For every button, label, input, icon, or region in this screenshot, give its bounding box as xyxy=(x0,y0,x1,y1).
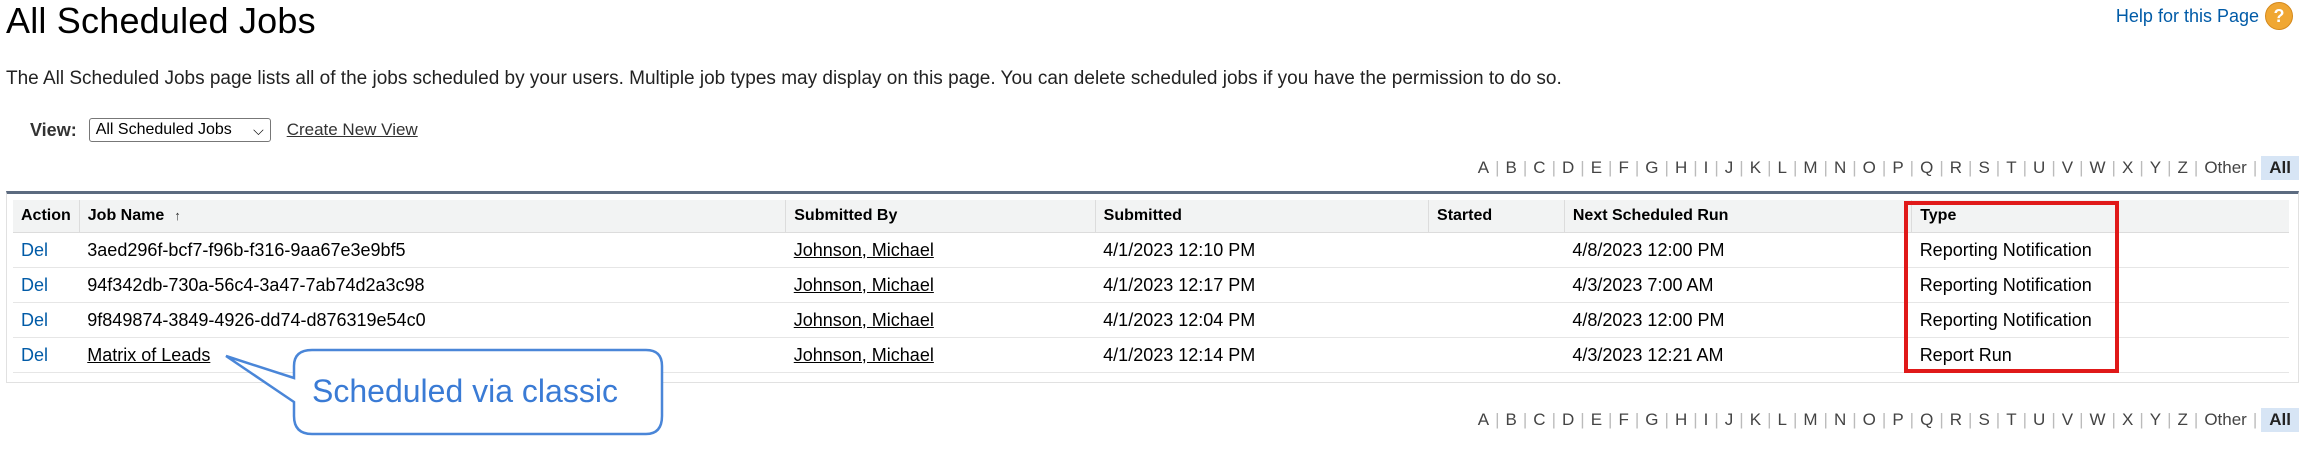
alpha-filter-f[interactable]: F xyxy=(1612,410,1634,430)
alpha-filter-i[interactable]: I xyxy=(1698,410,1715,430)
alpha-filter-h[interactable]: H xyxy=(1669,410,1693,430)
alpha-filter-q[interactable]: Q xyxy=(1914,410,1939,430)
alpha-filter-other[interactable]: Other xyxy=(2198,410,2253,430)
alpha-filter-d[interactable]: D xyxy=(1556,410,1580,430)
alpha-filter-g[interactable]: G xyxy=(1639,410,1664,430)
alpha-filter-w[interactable]: W xyxy=(2084,410,2112,430)
alpha-filter-j[interactable]: J xyxy=(1719,410,1740,430)
alpha-filter-all[interactable]: All xyxy=(2261,408,2299,432)
alpha-filter-e[interactable]: E xyxy=(1585,410,1608,430)
alpha-filter-bottom: A | B | C | D | E | F | G | H | I | J | K | L | M | N | O | P | Q | R | S | T |… xyxy=(1472,408,2299,432)
alpha-filter-l[interactable]: L xyxy=(1771,410,1792,430)
alpha-filter-s[interactable]: S xyxy=(1972,410,1995,430)
alpha-filter-y[interactable]: Y xyxy=(2144,410,2167,430)
alpha-filter-c[interactable]: C xyxy=(1527,410,1551,430)
alpha-filter-z[interactable]: Z xyxy=(2172,410,2194,430)
alpha-filter-t[interactable]: T xyxy=(2000,410,2022,430)
alpha-filter-n[interactable]: N xyxy=(1828,410,1852,430)
alpha-filter-a[interactable]: A xyxy=(1472,410,1495,430)
alpha-filter-b[interactable]: B xyxy=(1500,410,1523,430)
alpha-separator: | xyxy=(2252,410,2258,429)
alpha-filter-m[interactable]: M xyxy=(1797,410,1823,430)
alpha-filter-x[interactable]: X xyxy=(2116,410,2139,430)
alpha-filter-r[interactable]: R xyxy=(1944,410,1968,430)
alpha-filter-k[interactable]: K xyxy=(1744,410,1767,430)
callout-text: Scheduled via classic xyxy=(312,372,618,409)
alpha-filter-p[interactable]: P xyxy=(1886,410,1909,430)
alpha-filter-o[interactable]: O xyxy=(1857,410,1882,430)
alpha-filter-u[interactable]: U xyxy=(2027,410,2051,430)
alpha-filter-v[interactable]: V xyxy=(2056,410,2079,430)
